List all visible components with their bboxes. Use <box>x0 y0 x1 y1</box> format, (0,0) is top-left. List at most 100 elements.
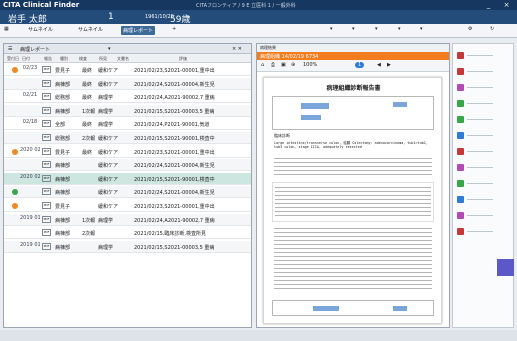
table-row[interactable]: 2020 02/22PDF 豊見子 最終緩和ケア 2021/02/23,S2021-0… <box>4 146 251 158</box>
chevron-down-icon[interactable]: ▾ <box>108 46 111 52</box>
document-type-icon[interactable] <box>457 212 464 219</box>
document-type-icon[interactable] <box>457 196 464 203</box>
toolbar-right-4[interactable]: ▾ <box>398 26 401 32</box>
section-label: 臨床診断 <box>274 133 290 138</box>
document-type-icon[interactable] <box>457 52 464 59</box>
print-icon[interactable]: ⎙ <box>271 62 275 68</box>
col-header-docname[interactable]: 文書名 <box>117 56 129 62</box>
table-row[interactable]: PDF 病棟部 1次報 病理学 2021/02/15,S2021-00003,5 重病 <box>4 104 251 117</box>
table-row[interactable]: PDF 病棟部 緩和ケア 2021/02/24,S2021-00004,新生児 <box>4 159 251 172</box>
row-category: 緩和ケア <box>98 81 119 88</box>
status-dot-icon <box>12 203 18 209</box>
pdf-icon[interactable]: PDF <box>42 134 51 141</box>
row-status: 2次報 <box>82 136 96 142</box>
pdf-icon[interactable]: PDF <box>42 188 51 196</box>
col-header-report[interactable]: 報告 <box>44 56 52 62</box>
table-row[interactable]: PDF 病棟部 緩和ケア 2021/02/24,S2021-00004,新生児 <box>4 186 251 199</box>
refresh-icon[interactable]: ↻ <box>490 26 494 32</box>
document-type-icon[interactable] <box>457 84 464 91</box>
row-document: 2021/02/15,S2021-00003,5 重病 <box>134 244 215 251</box>
table-row[interactable]: 2019 01/25PDF 病棟部 1次報病理学 2021/02/24,A2021-9… <box>4 213 251 226</box>
col-header-received[interactable]: 受付日 <box>7 56 19 62</box>
row-document: 2021/02/23,S2021-00001,重中出 <box>134 68 215 74</box>
row-status: 2次報 <box>82 231 96 238</box>
prev-page-icon[interactable]: ◀ <box>377 62 381 68</box>
col-header-exam[interactable]: 検査 <box>79 56 87 62</box>
toolbar-right-5[interactable]: ▾ <box>420 26 423 32</box>
save-icon[interactable]: ▣ <box>281 62 286 68</box>
row-date: 02/23 <box>22 65 38 71</box>
col-header-date[interactable]: 日付 <box>22 56 30 62</box>
sidebar-line <box>467 71 493 72</box>
pdf-icon[interactable]: PDF <box>42 106 51 114</box>
pdf-icon[interactable]: PDF <box>42 215 51 223</box>
table-row[interactable]: 02/21 PDF 総務部 最終 病理学 2021/02/24,A2021-90002,7… <box>4 91 251 104</box>
toolbar-right-2[interactable]: ▾ <box>352 26 355 32</box>
page-number[interactable]: 1 <box>355 62 365 68</box>
table-row[interactable]: 02/23 PDF 豊見子 最終 緩和ケア 2021/02/23,S2021-00001,… <box>4 64 251 76</box>
toolbar-right-3[interactable]: ▾ <box>375 26 378 32</box>
redacted-block <box>301 115 321 120</box>
add-tab-button[interactable]: + <box>172 26 176 32</box>
viewer-tab[interactable]: 病理結果 <box>257 44 449 52</box>
document-type-icon[interactable] <box>457 164 464 171</box>
toolbar-item-thumb2[interactable]: サムネイル <box>78 26 103 33</box>
col-header-eval[interactable]: 評価 <box>179 56 187 62</box>
zoom-in-icon[interactable]: ⊕ <box>291 62 295 68</box>
redacted-block <box>313 306 339 311</box>
sidebar-line <box>467 119 493 120</box>
pdf-icon[interactable]: PDF <box>42 242 51 250</box>
row-document: 2021/02/15,臨床診断,検査所見 <box>134 231 206 238</box>
next-page-icon[interactable]: ▶ <box>387 62 391 68</box>
status-dot-icon <box>12 108 18 114</box>
document-type-icon[interactable] <box>457 68 464 75</box>
pdf-icon[interactable]: PDF <box>42 79 51 87</box>
status-dot-icon <box>12 121 18 127</box>
col-header-finding[interactable]: 所見 <box>99 56 107 62</box>
row-status: 最終 <box>82 81 93 88</box>
table-row[interactable]: 02/18 PDF 全部 最終 病理学 2021/02/24,P2021-90001,気道 <box>4 118 251 131</box>
home-icon[interactable]: ⌂ <box>261 62 264 68</box>
table-row[interactable]: PDF 豊見子 緩和ケア 2021/02/23,S2021-00001,重中出 <box>4 200 251 212</box>
table-row[interactable]: PDF 総務部 2次報 緩和ケア 2021/02/15,S2021-90001,検査中 <box>4 132 251 144</box>
row-department: 病棟部 <box>55 217 71 224</box>
table-row[interactable]: PDF 病棟部 最終 緩和ケア 2021/02/24,S2021-00004,新生児 <box>4 77 251 90</box>
settings-icon[interactable]: ⚙ <box>468 26 472 32</box>
pdf-icon[interactable]: PDF <box>42 229 51 237</box>
panel-close-button[interactable]: × ✕ <box>232 46 242 52</box>
toolbar-right-1[interactable]: ▾ <box>330 26 333 32</box>
image-thumbnail[interactable] <box>497 259 514 276</box>
status-dot-icon <box>12 189 18 196</box>
row-department: 全部 <box>55 122 66 129</box>
document-type-icon[interactable] <box>457 148 464 155</box>
grid-icon[interactable]: ▦ <box>4 26 9 32</box>
row-department: 病棟部 <box>55 163 71 170</box>
table-row[interactable]: PDF 病棟部 2次報 2021/02/15,臨床診断,検査所見 <box>4 227 251 240</box>
toolbar-item-pathology[interactable]: 病理レポート <box>121 26 156 35</box>
pdf-icon[interactable]: PDF <box>42 202 51 209</box>
pdf-icon[interactable]: PDF <box>42 174 51 182</box>
table-row[interactable]: 2020 02/20PDF 病棟部 緩和ケア 2021/02/15,S2021-900… <box>4 172 251 185</box>
table-row[interactable]: 2019 01/23PDF 病棟部 病理学 2021/02/15,S2021-0000… <box>4 240 251 253</box>
report-filter-select[interactable]: 病理レポート <box>20 46 50 53</box>
row-category: 病理学 <box>98 122 114 129</box>
document-type-icon[interactable] <box>457 100 464 107</box>
document-type-icon[interactable] <box>457 180 464 187</box>
document-type-icon[interactable] <box>457 116 464 123</box>
app-title: CITA Clinical Finder <box>3 1 80 9</box>
document-type-icon[interactable] <box>457 132 464 139</box>
pdf-icon[interactable]: PDF <box>42 161 51 169</box>
pdf-icon[interactable]: PDF <box>42 120 51 128</box>
list-view-icon[interactable]: ☰ <box>8 46 12 52</box>
row-status: 最終 <box>82 149 93 156</box>
document-type-icon[interactable] <box>457 228 464 235</box>
toolbar-item-thumb1[interactable]: サムネイル <box>28 26 53 33</box>
pdf-icon[interactable]: PDF <box>42 93 51 101</box>
col-header-type[interactable]: 種別 <box>60 56 68 62</box>
pdf-icon[interactable]: PDF <box>42 147 51 155</box>
close-button[interactable]: × <box>502 1 511 9</box>
minimize-button[interactable]: _ <box>484 1 493 9</box>
pdf-icon[interactable]: PDF <box>42 66 51 73</box>
patient-info-table <box>272 96 434 130</box>
zoom-level[interactable]: 100% <box>303 62 317 68</box>
